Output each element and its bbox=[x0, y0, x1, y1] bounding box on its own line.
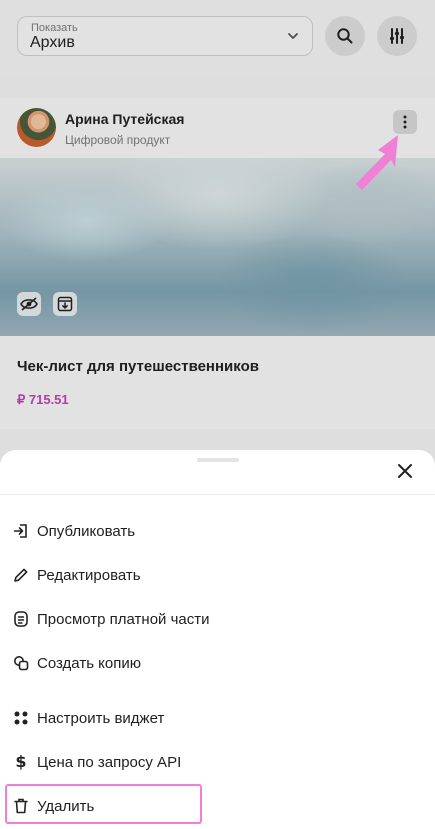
menu-item-preview-paid[interactable]: Просмотр платной части bbox=[0, 599, 435, 639]
menu-item-widget[interactable]: Настроить виджет bbox=[0, 698, 435, 738]
actions-bottom-sheet: Опубликовать Редактировать Просмотр плат… bbox=[0, 450, 435, 829]
menu-item-edit[interactable]: Редактировать bbox=[0, 555, 435, 595]
menu-item-label: Создать копию bbox=[37, 655, 141, 672]
sheet-drag-handle[interactable] bbox=[197, 458, 239, 462]
menu-item-label: Настроить виджет bbox=[37, 710, 165, 727]
close-icon bbox=[398, 464, 412, 478]
menu-item-copy[interactable]: Создать копию bbox=[0, 643, 435, 683]
annotation-arrow-icon bbox=[356, 135, 398, 190]
widget-icon bbox=[14, 711, 28, 725]
menu-item-api-price[interactable]: $ Цена по запросу API bbox=[0, 742, 435, 782]
delete-highlight-annotation bbox=[5, 784, 202, 824]
menu-item-label: Опубликовать bbox=[37, 523, 136, 540]
menu-item-label: Редактировать bbox=[37, 567, 141, 584]
close-button[interactable] bbox=[394, 460, 416, 482]
publish-icon bbox=[13, 524, 27, 538]
document-icon bbox=[14, 611, 28, 627]
sheet-divider bbox=[0, 494, 435, 495]
menu-item-publish[interactable]: Опубликовать bbox=[0, 511, 435, 551]
menu-item-label: Цена по запросу API bbox=[37, 754, 182, 771]
menu-item-label: Просмотр платной части bbox=[37, 611, 210, 628]
dollar-icon: $ bbox=[15, 752, 27, 771]
pencil-icon bbox=[14, 568, 28, 582]
copy-icon bbox=[14, 656, 29, 671]
